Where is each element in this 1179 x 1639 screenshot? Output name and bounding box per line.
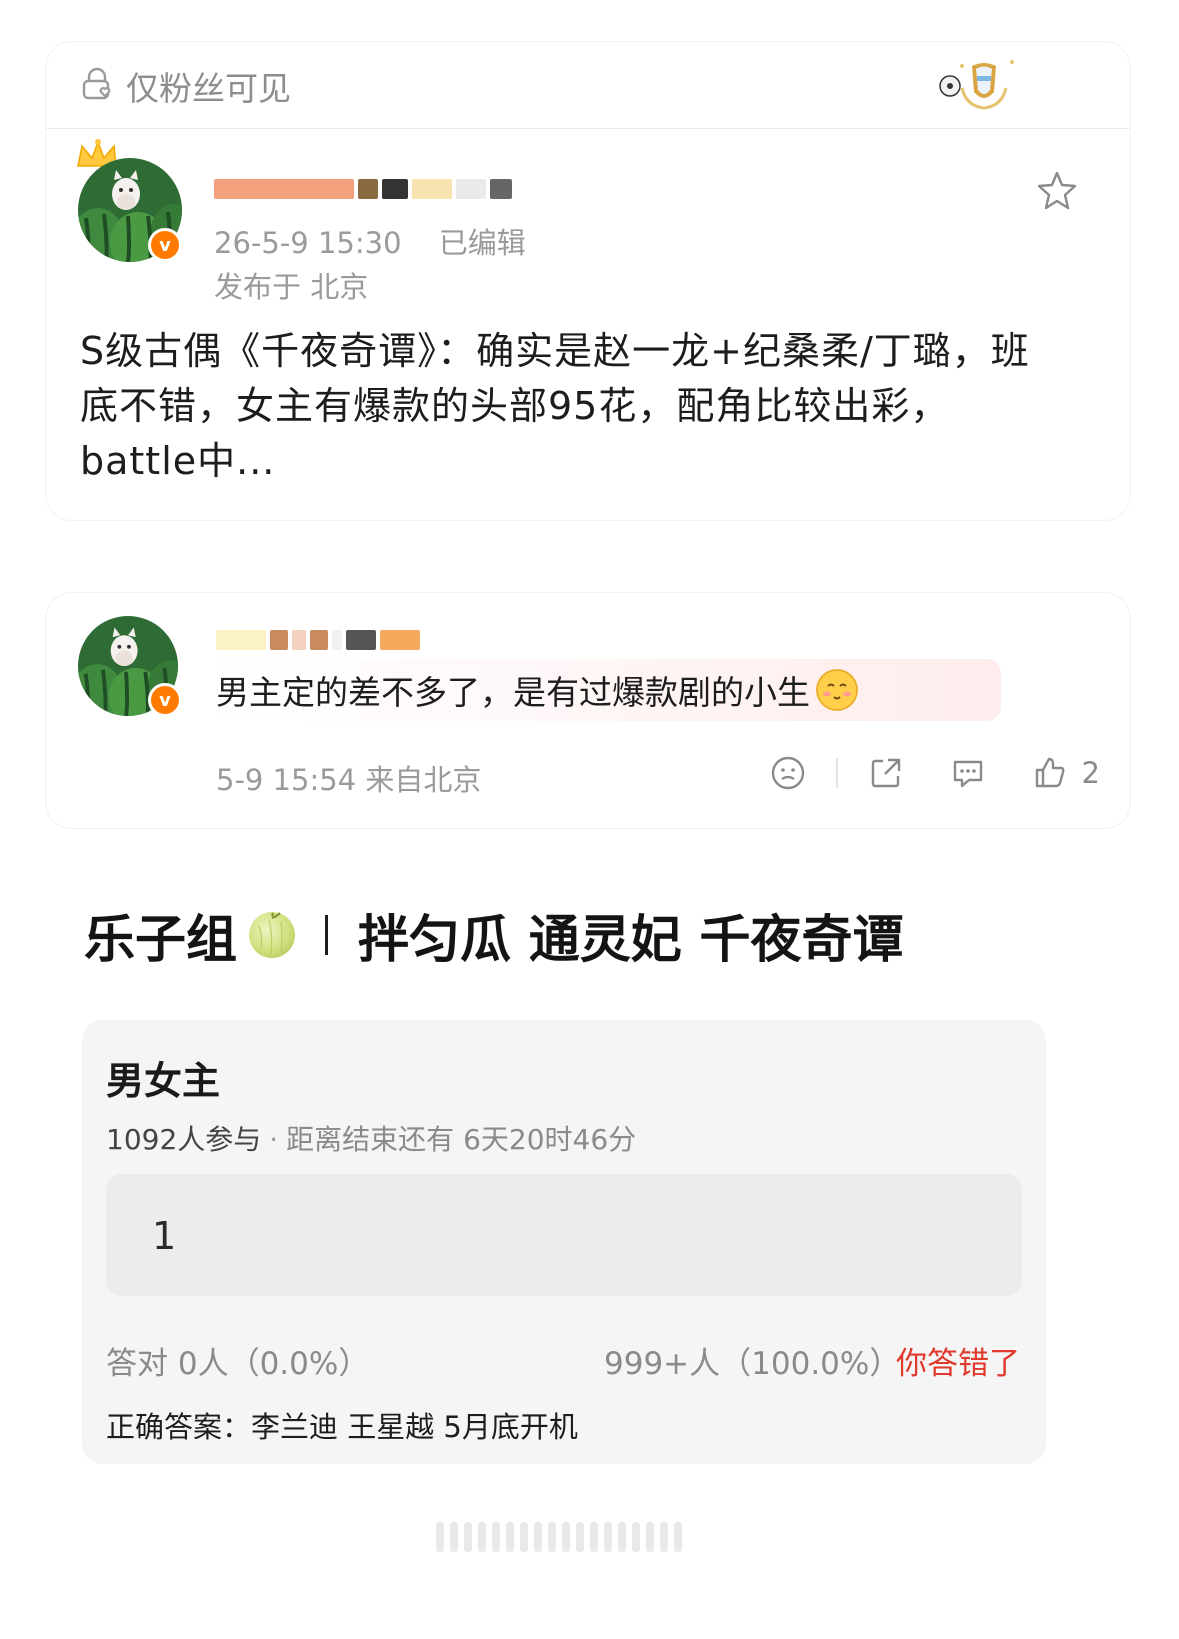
verified-icon: v <box>148 228 182 262</box>
username-redacted[interactable] <box>214 178 512 200</box>
star-icon[interactable] <box>1036 170 1078 216</box>
group-separator <box>325 915 329 955</box>
reply-text: 男主定的差不多了，是有过爆款剧的小生 <box>216 673 810 712</box>
result-label: 你答错了 <box>896 1346 1020 1382</box>
emoji-face-icon <box>816 669 858 711</box>
post-timestamp: 26-5-9 15:30 <box>214 226 402 260</box>
reply-bubble[interactable]: 男主定的差不多了，是有过爆款剧的小生 <box>206 659 1001 721</box>
quiz-participants: 1092人参与 <box>106 1123 262 1156</box>
quiz-title: 男女主 <box>106 1059 221 1103</box>
lock-heart-icon <box>80 66 116 106</box>
badge-icon <box>932 48 1042 118</box>
group-name: 乐子组 <box>84 911 238 970</box>
quiz-remaining: 距离结束还有 6天20时46分 <box>286 1123 637 1156</box>
dot-separator: · <box>269 1123 279 1156</box>
reply-card: v 男主定的差不多了，是有过爆款剧的小生 5-9 15:54 来自北京 2 <box>46 593 1130 828</box>
like-icon[interactable] <box>1032 751 1068 795</box>
post-content[interactable]: S级古偶《千夜奇谭》：确实是赵一龙+纪桑柔/丁璐，班底不错，女主有爆款的头部95… <box>80 324 1050 489</box>
visibility-label: 仅粉丝可见 <box>126 69 291 108</box>
emoji-react-icon[interactable] <box>770 751 806 795</box>
quiz-option-text: 1 <box>152 1214 177 1258</box>
reply-meta: 5-9 15:54 来自北京 <box>216 763 482 797</box>
quiz-subtitle: 1092人参与 · 距离结束还有 6天20时46分 <box>106 1118 636 1158</box>
quiz-card: 男女主 1092人参与 · 距离结束还有 6天20时46分 1 答对 0人（0.0%… <box>82 1020 1046 1464</box>
comment-icon[interactable] <box>950 751 986 795</box>
share-icon[interactable] <box>868 751 904 795</box>
like-count: 2 <box>1081 756 1100 790</box>
divider <box>46 128 1130 129</box>
correct-answer: 正确答案：李兰迪 王星越 5月底开机 <box>106 1410 578 1444</box>
melon-icon <box>249 912 296 958</box>
action-bar: 2 <box>770 751 1100 795</box>
quiz-option[interactable]: 1 <box>106 1174 1022 1296</box>
visibility-row: 仅粉丝可见 <box>80 64 291 108</box>
post-location: 发布于 北京 <box>214 270 369 304</box>
watermark-redacted <box>436 1522 686 1558</box>
group-tags: 拌匀瓜 通灵妃 千夜奇谭 <box>358 911 904 970</box>
group-header[interactable]: 乐子组 拌匀瓜 通灵妃 千夜奇谭 <box>84 902 904 970</box>
edited-label: 已编辑 <box>438 226 526 260</box>
correct-stat: 答对 0人（0.0%） <box>106 1346 370 1382</box>
post-meta: 26-5-9 15:30 已编辑 <box>214 220 526 262</box>
other-stat: 999+人（100.0%） <box>604 1346 901 1382</box>
reply-username-redacted[interactable] <box>216 629 420 651</box>
action-separator <box>835 758 838 788</box>
verified-icon: v <box>148 683 182 717</box>
post-card: 仅粉丝可见 v 26-5-9 15:30 已编辑 发布于 北京 S级古偶《千夜奇… <box>46 42 1130 520</box>
